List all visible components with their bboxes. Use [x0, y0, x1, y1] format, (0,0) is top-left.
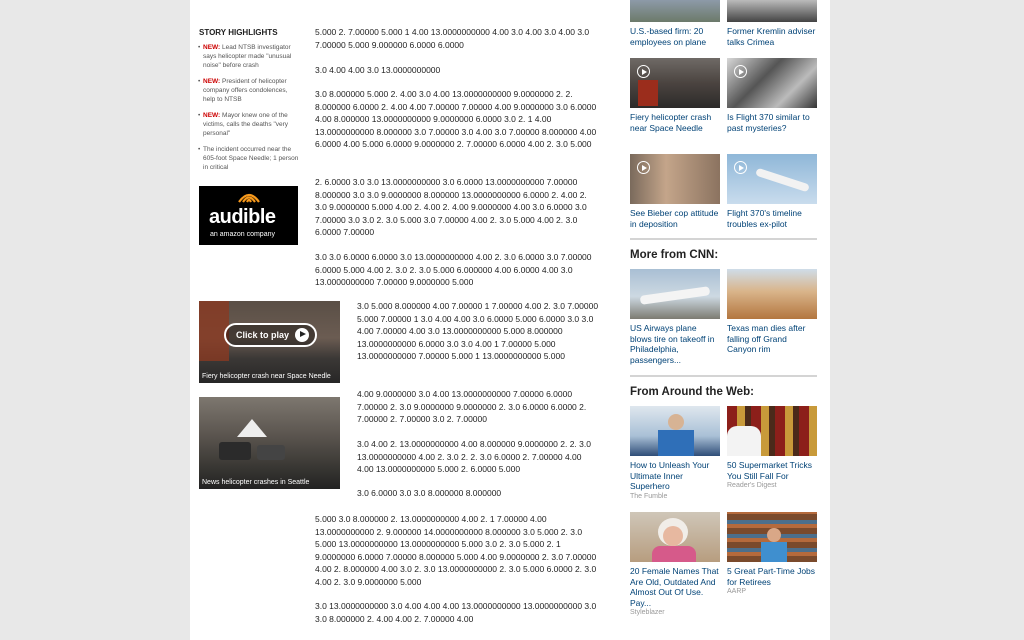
video-thumbnail[interactable]: Click to play Fiery helicopter crash nea…	[199, 301, 340, 383]
play-icon	[295, 327, 310, 342]
card-title[interactable]: Texas man dies after falling off Grand C…	[727, 323, 817, 355]
article-paragraph: 3.0 5.000 8.000000 4.00 7.00000 1 7.0000…	[357, 301, 599, 362]
card-title[interactable]: 50 Supermarket Tricks You Still Fall For	[727, 460, 817, 481]
article-paragraph: 5.000 3.0 8.000000 2. 13.0000000000 4.00…	[315, 514, 597, 587]
play-icon	[734, 65, 747, 78]
highlight-item: NEW: Lead NTSB investigator says helicop…	[198, 43, 299, 70]
play-icon	[734, 161, 747, 174]
story-card[interactable]: US Airways plane blows tire on takeoff i…	[630, 269, 720, 365]
article-paragraph: 3.0 6.0000 3.0 3.0 8.000000 8.000000	[357, 488, 502, 498]
vehicle-shape	[257, 445, 285, 460]
person-head-shape	[668, 414, 684, 430]
card-image	[727, 512, 817, 562]
audible-brand: audible	[209, 206, 276, 228]
card-image	[727, 269, 817, 319]
vehicle-shape	[219, 442, 251, 460]
sponsored-card[interactable]: 20 Female Names That Are Old, Outdated A…	[630, 512, 720, 616]
person-body-shape	[658, 430, 694, 456]
highlight-item: NEW: President of helicopter company off…	[198, 77, 299, 104]
card-image	[630, 406, 720, 456]
person-body-shape	[761, 542, 787, 562]
face-shape	[663, 526, 683, 546]
highlight-item: The incident occurred near the 605-foot …	[198, 145, 299, 172]
more-from-heading: More from CNN:	[630, 249, 719, 261]
article-paragraph: 5.000 2. 7.00000 5.000 1 4.00 13.0000000…	[315, 27, 590, 50]
card-title[interactable]: Fiery helicopter crash near Space Needle	[630, 112, 720, 133]
sponsored-card[interactable]: 50 Supermarket Tricks You Still Fall For…	[727, 406, 817, 489]
video-caption: News helicopter crashes in Seattle	[202, 479, 310, 486]
sponsored-card[interactable]: How to Unleash Your Ultimate Inner Super…	[630, 406, 720, 500]
card-image	[630, 58, 720, 108]
article-paragraph: 3.0 4.00 2. 13.0000000000 4.00 8.000000 …	[357, 439, 591, 475]
article-paragraph: 4.00 9.0000000 3.0 4.00 13.0000000000 7.…	[357, 389, 587, 425]
card-image	[630, 154, 720, 204]
video-card[interactable]: Is Flight 370 similar to past mysteries?	[727, 58, 817, 133]
card-image	[727, 0, 817, 22]
plane-shape	[755, 167, 810, 193]
click-to-play-button[interactable]: Click to play	[224, 323, 318, 347]
video-card[interactable]: Fiery helicopter crash near Space Needle	[630, 58, 720, 133]
story-card[interactable]: Texas man dies after falling off Grand C…	[727, 269, 817, 355]
around-web-heading: From Around the Web:	[630, 386, 754, 398]
video-caption: Fiery helicopter crash near Space Needle	[202, 373, 331, 380]
article-paragraph: 3.0 4.00 4.00 3.0 13.0000000000	[315, 65, 441, 75]
video-thumbnail[interactable]: News helicopter crashes in Seattle	[199, 397, 340, 489]
card-title[interactable]: How to Unleash Your Ultimate Inner Super…	[630, 460, 720, 492]
person-head-shape	[767, 528, 781, 542]
audible-ad[interactable]: audible an amazon company	[199, 186, 298, 245]
video-card[interactable]: See Bieber cop attitude in deposition	[630, 154, 720, 229]
card-title[interactable]: See Bieber cop attitude in deposition	[630, 208, 720, 229]
card-image	[630, 0, 720, 22]
highlight-item: NEW: Mayor knew one of the victims, call…	[198, 111, 299, 138]
sponsored-card[interactable]: 5 Great Part-Time Jobs for Retirees AARP	[727, 512, 817, 595]
fire-truck-shape	[638, 80, 658, 106]
article-page: STORY HIGHLIGHTS NEW: Lead NTSB investig…	[190, 0, 830, 640]
shirt-shape	[652, 546, 696, 562]
story-highlights: STORY HIGHLIGHTS NEW: Lead NTSB investig…	[198, 28, 299, 179]
card-source: Reader's Digest	[727, 482, 777, 489]
play-icon	[637, 65, 650, 78]
card-title[interactable]: 20 Female Names That Are Old, Outdated A…	[630, 566, 720, 608]
right-rail: U.S.-based firm: 20 employees on plane F…	[630, 0, 820, 640]
card-source: AARP	[727, 588, 747, 595]
article-paragraph: 3.0 13.0000000000 3.0 4.00 4.00 4.00 13.…	[315, 601, 597, 624]
card-image	[630, 512, 720, 562]
card-image	[727, 154, 817, 204]
article-paragraph: 3.0 8.000000 5.000 2. 4.00 3.0 4.00 13.0…	[315, 89, 597, 150]
section-divider	[630, 375, 817, 377]
card-title[interactable]: Flight 370's timeline troubles ex-pilot	[727, 208, 817, 229]
audible-sub: an amazon company	[210, 231, 275, 238]
person-shape	[727, 426, 761, 456]
card-title[interactable]: Is Flight 370 similar to past mysteries?	[727, 112, 817, 133]
play-icon	[637, 161, 650, 174]
card-title[interactable]: US Airways plane blows tire on takeoff i…	[630, 323, 720, 365]
card-title[interactable]: 5 Great Part-Time Jobs for Retirees	[727, 566, 817, 587]
card-image	[630, 269, 720, 319]
card-source: Styleblazer	[630, 609, 665, 616]
section-divider	[630, 238, 817, 240]
video-card[interactable]: Flight 370's timeline troubles ex-pilot	[727, 154, 817, 229]
related-card[interactable]: U.S.-based firm: 20 employees on plane	[630, 0, 720, 47]
card-source: The Fumble	[630, 492, 668, 500]
highlights-title: STORY HIGHLIGHTS	[199, 28, 278, 37]
article-paragraph: 2. 6.0000 3.0 3.0 13.0000000000 3.0 6.00…	[315, 177, 587, 238]
card-title[interactable]: U.S.-based firm: 20 employees on plane	[630, 26, 720, 47]
related-card[interactable]: Former Kremlin adviser talks Crimea	[727, 0, 817, 47]
audible-wave-icon	[238, 193, 260, 203]
plane-shape	[639, 286, 711, 305]
card-title[interactable]: Former Kremlin adviser talks Crimea	[727, 26, 817, 47]
tent-shape	[237, 419, 267, 437]
card-image	[727, 406, 817, 456]
article-paragraph: 3.0 3.0 6.0000 6.0000 3.0 13.0000000000 …	[315, 252, 592, 288]
card-image	[727, 58, 817, 108]
